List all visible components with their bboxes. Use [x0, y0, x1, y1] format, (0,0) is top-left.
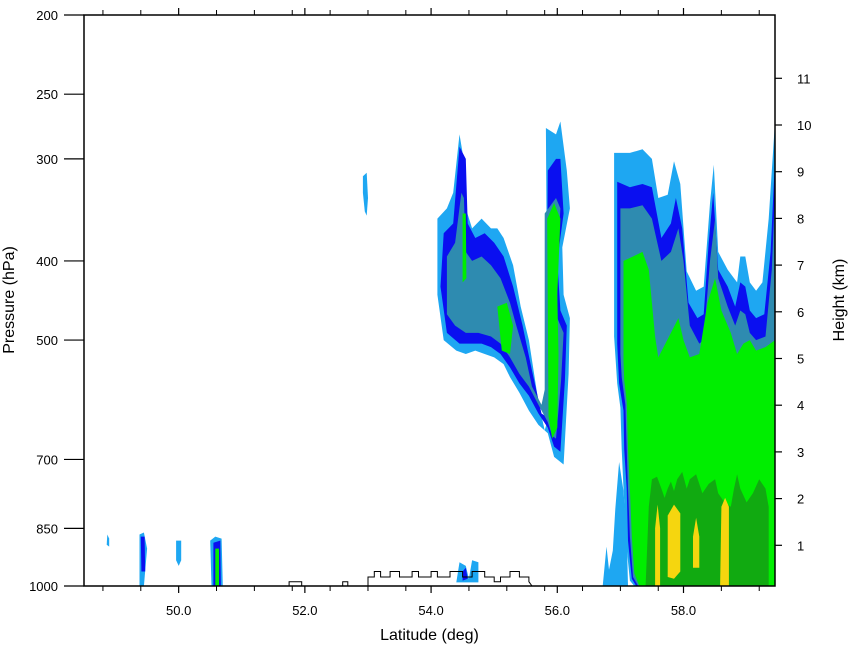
height-tick-label-10: 10 — [797, 118, 811, 133]
height-axis-ticks: 1 2 3 4 5 6 7 8 9 10 11 — [775, 71, 811, 553]
x-tick-label-50.0: 50.0 — [166, 603, 191, 618]
height-tick-label-1: 1 — [797, 538, 804, 553]
height-tick-label-4: 4 — [797, 398, 804, 413]
height-tick-label-3: 3 — [797, 445, 804, 460]
pressure-tick-label-250: 250 — [36, 87, 58, 102]
height-tick-label-7: 7 — [797, 258, 804, 273]
contour-level-2-region-2 — [140, 536, 146, 572]
height-tick-label-6: 6 — [797, 305, 804, 320]
left-axis-title: Pressure (hPa) — [1, 246, 18, 354]
chart: 50.0 52.0 54.0 56.0 58.0 200 250 300 400 500 700 8… — [1, 8, 848, 644]
height-tick-label-9: 9 — [797, 165, 804, 180]
x-tick-label-56.0: 56.0 — [545, 603, 570, 618]
pressure-tick-label-400: 400 — [36, 254, 58, 269]
pressure-tick-label-500: 500 — [36, 333, 58, 348]
height-tick-label-11: 11 — [797, 71, 811, 86]
height-tick-label-2: 2 — [797, 492, 804, 507]
height-tick-label-8: 8 — [797, 211, 804, 226]
height-tick-label-5: 5 — [797, 352, 804, 367]
x-tick-label-54.0: 54.0 — [418, 603, 443, 618]
contour-level-4-region-13 — [462, 213, 467, 283]
x-tick-label-58.0: 58.0 — [671, 603, 696, 618]
x-tick-label-52.0: 52.0 — [292, 603, 317, 618]
pressure-tick-label-300: 300 — [36, 152, 58, 167]
pressure-tick-label-850: 850 — [36, 521, 58, 536]
pressure-tick-label-200: 200 — [36, 8, 58, 23]
right-axis-title: Height (km) — [831, 259, 848, 342]
contour-level-6-region-23 — [667, 504, 681, 579]
contour-level-6-region-25 — [720, 497, 729, 586]
pressure-tick-label-1000: 1000 — [29, 579, 58, 594]
contour-level-4-region-6 — [215, 548, 219, 586]
pressure-tick-label-700: 700 — [36, 452, 58, 467]
x-axis-title: Latitude (deg) — [380, 627, 479, 644]
pressure-axis-ticks: 200 250 300 400 500 700 850 1000 — [29, 8, 84, 594]
